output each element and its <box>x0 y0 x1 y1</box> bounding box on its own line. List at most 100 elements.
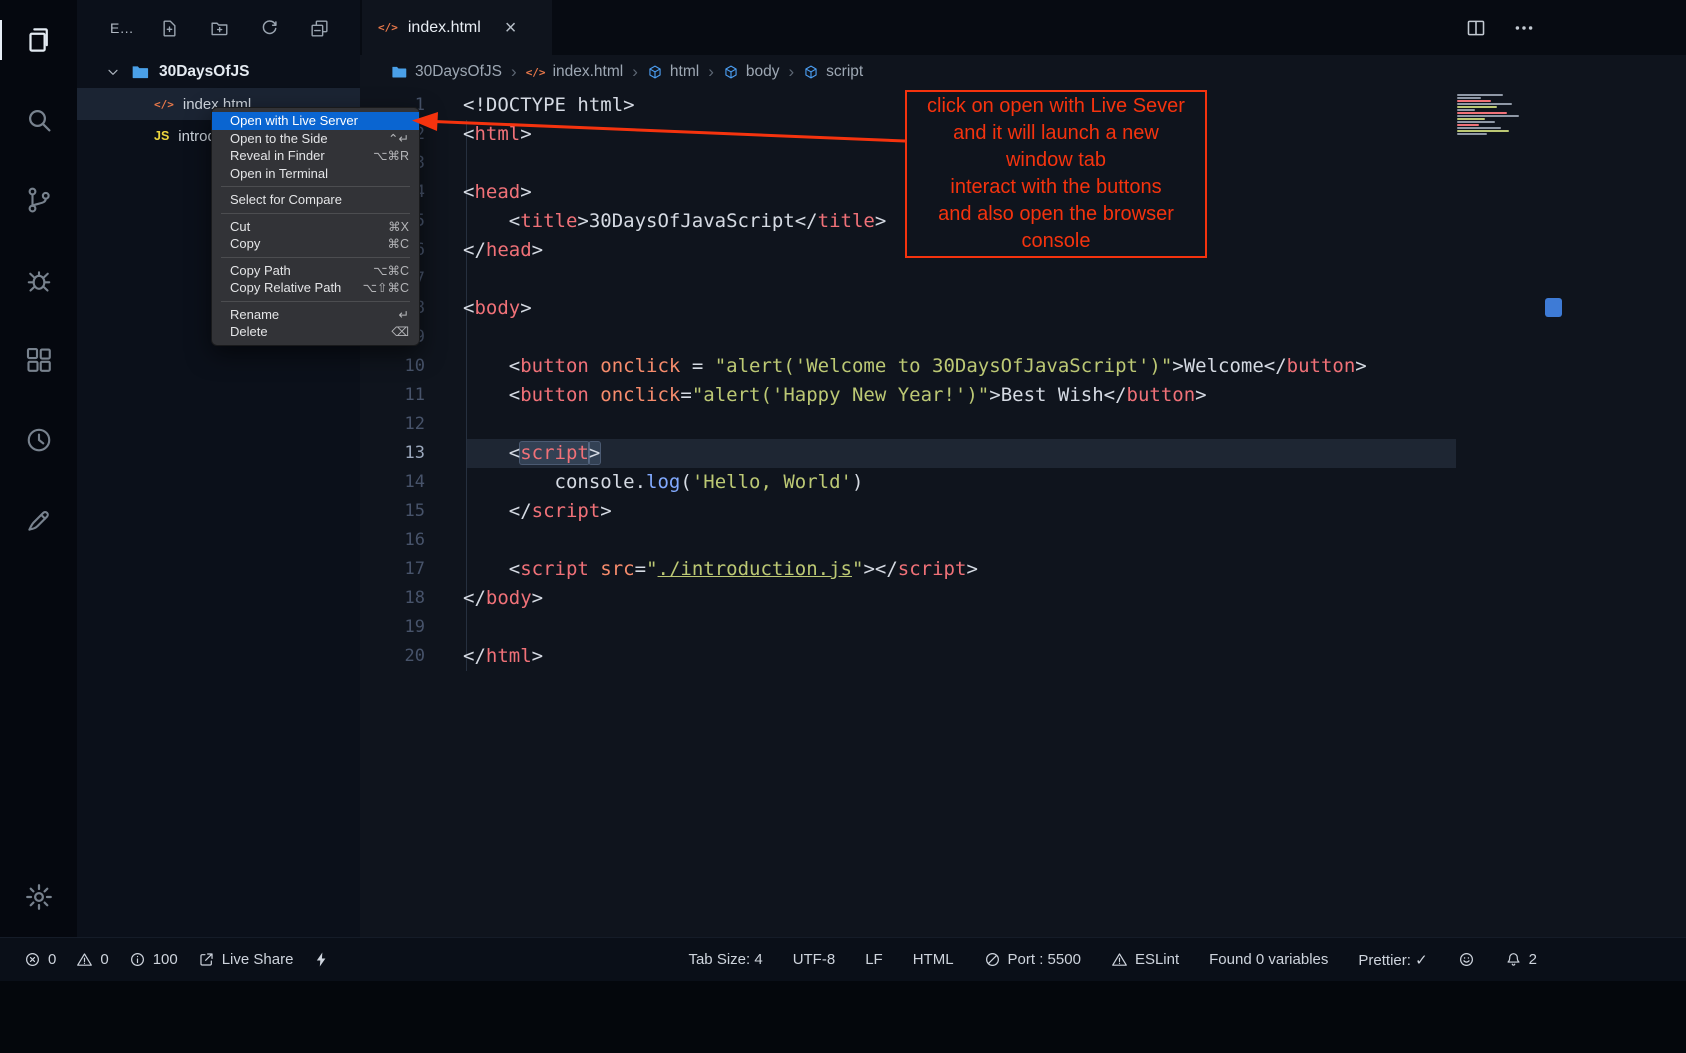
status-eslint[interactable]: ESLint <box>1111 951 1179 968</box>
menu-divider <box>221 186 410 187</box>
breadcrumb-separator: › <box>632 62 638 82</box>
breadcrumb-item-script[interactable]: script <box>803 63 863 81</box>
code-line-8: 8<body> <box>360 294 1686 323</box>
status-label: 2 <box>1529 951 1537 968</box>
line-content: </body> <box>463 584 543 613</box>
breadcrumb-separator: › <box>511 62 517 82</box>
status-variables[interactable]: Found 0 variables <box>1209 951 1328 968</box>
line-number: 13 <box>360 439 425 468</box>
code-line-16: 16 <box>360 526 1686 555</box>
menu-item-open-in-terminal[interactable]: Open in Terminal <box>212 165 419 183</box>
chevron-down-icon <box>105 64 121 80</box>
code-file-icon: </> <box>526 66 546 79</box>
status-tab-size[interactable]: Tab Size: 4 <box>688 951 762 968</box>
clock-circle-icon[interactable] <box>0 400 77 480</box>
status-language-mode[interactable]: HTML <box>913 951 954 968</box>
code-line-10: 10 <button onclick = "alert('Welcome to … <box>360 352 1686 381</box>
html-file-icon: </> <box>154 98 174 111</box>
extensions-icon[interactable] <box>0 320 77 400</box>
symbol-cube-icon <box>803 64 819 80</box>
code-line-18: 18</body> <box>360 584 1686 613</box>
status-errors[interactable]: 0 <box>24 951 56 968</box>
share-icon <box>198 951 215 968</box>
status-label: Live Share <box>222 951 294 968</box>
menu-item-label: Open to the Side <box>230 131 328 146</box>
status-eol[interactable]: LF <box>865 951 883 968</box>
status-encoding[interactable]: UTF-8 <box>793 951 836 968</box>
status-live-share[interactable]: Live Share <box>198 951 294 968</box>
source-control-icon[interactable] <box>0 160 77 240</box>
explorer-icon[interactable] <box>0 0 77 80</box>
status-label: LF <box>865 951 883 968</box>
status-label: Port : 5500 <box>1008 951 1081 968</box>
code-line-17: 17 <script src="./introduction.js"></scr… <box>360 555 1686 584</box>
status-feedback-smiley[interactable] <box>1458 951 1475 968</box>
activity-bar-top <box>0 0 77 560</box>
status-warnings[interactable]: 0 <box>76 951 108 968</box>
new-folder-icon[interactable] <box>209 18 230 39</box>
status-prettier[interactable]: Prettier: ✓ <box>1358 951 1427 969</box>
menu-item-label: Rename <box>230 307 279 322</box>
new-file-icon[interactable] <box>159 18 180 39</box>
split-editor-icon[interactable] <box>1465 17 1487 39</box>
breadcrumb-label: index.html <box>553 63 624 81</box>
line-content: <html> <box>463 120 532 149</box>
breadcrumb-item-index-html[interactable]: </> index.html <box>526 63 624 81</box>
close-tab-icon[interactable]: × <box>505 18 517 38</box>
folder-row-30daysofjs[interactable]: 30DaysOfJS <box>77 56 360 88</box>
breadcrumb-label: 30DaysOfJS <box>415 63 502 81</box>
warn-icon <box>1111 951 1128 968</box>
menu-item-delete[interactable]: Delete⌫ <box>212 323 419 341</box>
menu-item-open-to-the-side[interactable]: Open to the Side⌃↵ <box>212 130 419 148</box>
menu-item-open-with-live-server[interactable]: Open with Live Server <box>212 112 419 130</box>
window-bottom-band <box>0 981 1686 1053</box>
menu-item-reveal-in-finder[interactable]: Reveal in Finder⌥⌘R <box>212 147 419 165</box>
breadcrumb-item-body[interactable]: body <box>723 63 780 81</box>
menu-item-shortcut: ⌘C <box>387 236 409 251</box>
html-file-icon: </> <box>378 21 398 34</box>
annotation-line: and it will launch a new <box>907 120 1205 147</box>
folder-name: 30DaysOfJS <box>159 63 249 81</box>
status-live-server-port[interactable]: Port : 5500 <box>984 951 1081 968</box>
breadcrumb-item-30daysofjs[interactable]: 30DaysOfJS <box>390 63 502 81</box>
status-quick-action-bolt[interactable] <box>313 951 330 968</box>
menu-item-copy-relative-path[interactable]: Copy Relative Path⌥⇧⌘C <box>212 279 419 297</box>
status-notifications-bell[interactable]: 2 <box>1505 951 1537 968</box>
line-content: <!DOCTYPE html> <box>463 91 635 120</box>
menu-item-shortcut: ⌥⇧⌘C <box>363 280 409 295</box>
code-line-12: 12 <box>360 410 1686 439</box>
tab-index-html[interactable]: </> index.html × <box>362 0 552 55</box>
line-content: <button onclick="alert('Happy New Year!'… <box>463 381 1207 410</box>
minimap[interactable] <box>1457 94 1545 135</box>
annotation-box: click on open with Live Severand it will… <box>905 90 1207 258</box>
symbol-cube-icon <box>647 64 663 80</box>
menu-item-rename[interactable]: Rename↵ <box>212 306 419 324</box>
menu-item-cut[interactable]: Cut⌘X <box>212 218 419 236</box>
more-actions-icon[interactable] <box>1513 17 1535 39</box>
menu-item-copy-path[interactable]: Copy Path⌥⌘C <box>212 262 419 280</box>
context-menu: Open with Live ServerOpen to the Side⌃↵R… <box>211 107 420 346</box>
menu-item-select-for-compare[interactable]: Select for Compare <box>212 191 419 209</box>
scrollbar-marker[interactable] <box>1545 298 1562 317</box>
breadcrumb-label: html <box>670 63 699 81</box>
status-label: Prettier: ✓ <box>1358 951 1427 969</box>
menu-item-copy[interactable]: Copy⌘C <box>212 235 419 253</box>
status-bar-left: 0 0 100 Live Share <box>0 951 330 968</box>
status-label: 0 <box>48 951 56 968</box>
refresh-explorer-icon[interactable] <box>259 18 280 39</box>
line-number: 17 <box>360 555 425 584</box>
search-icon[interactable] <box>0 80 77 160</box>
line-content: <script> <box>463 439 600 468</box>
breadcrumb-item-html[interactable]: html <box>647 63 699 81</box>
collapse-folders-icon[interactable] <box>309 18 330 39</box>
status-info-count[interactable]: 100 <box>129 951 178 968</box>
smiley-icon <box>1458 951 1475 968</box>
sidebar-title: E… <box>110 20 134 36</box>
folder-icon <box>130 62 150 82</box>
status-bar: 0 0 100 Live Share Tab Size: 4 UTF-8 LF HTML Po… <box>0 937 1686 981</box>
line-number: 10 <box>360 352 425 381</box>
symbol-cube-icon <box>723 64 739 80</box>
debug-icon[interactable] <box>0 240 77 320</box>
pen-hand-icon[interactable] <box>0 480 77 560</box>
settings-gear-icon[interactable] <box>0 857 77 937</box>
